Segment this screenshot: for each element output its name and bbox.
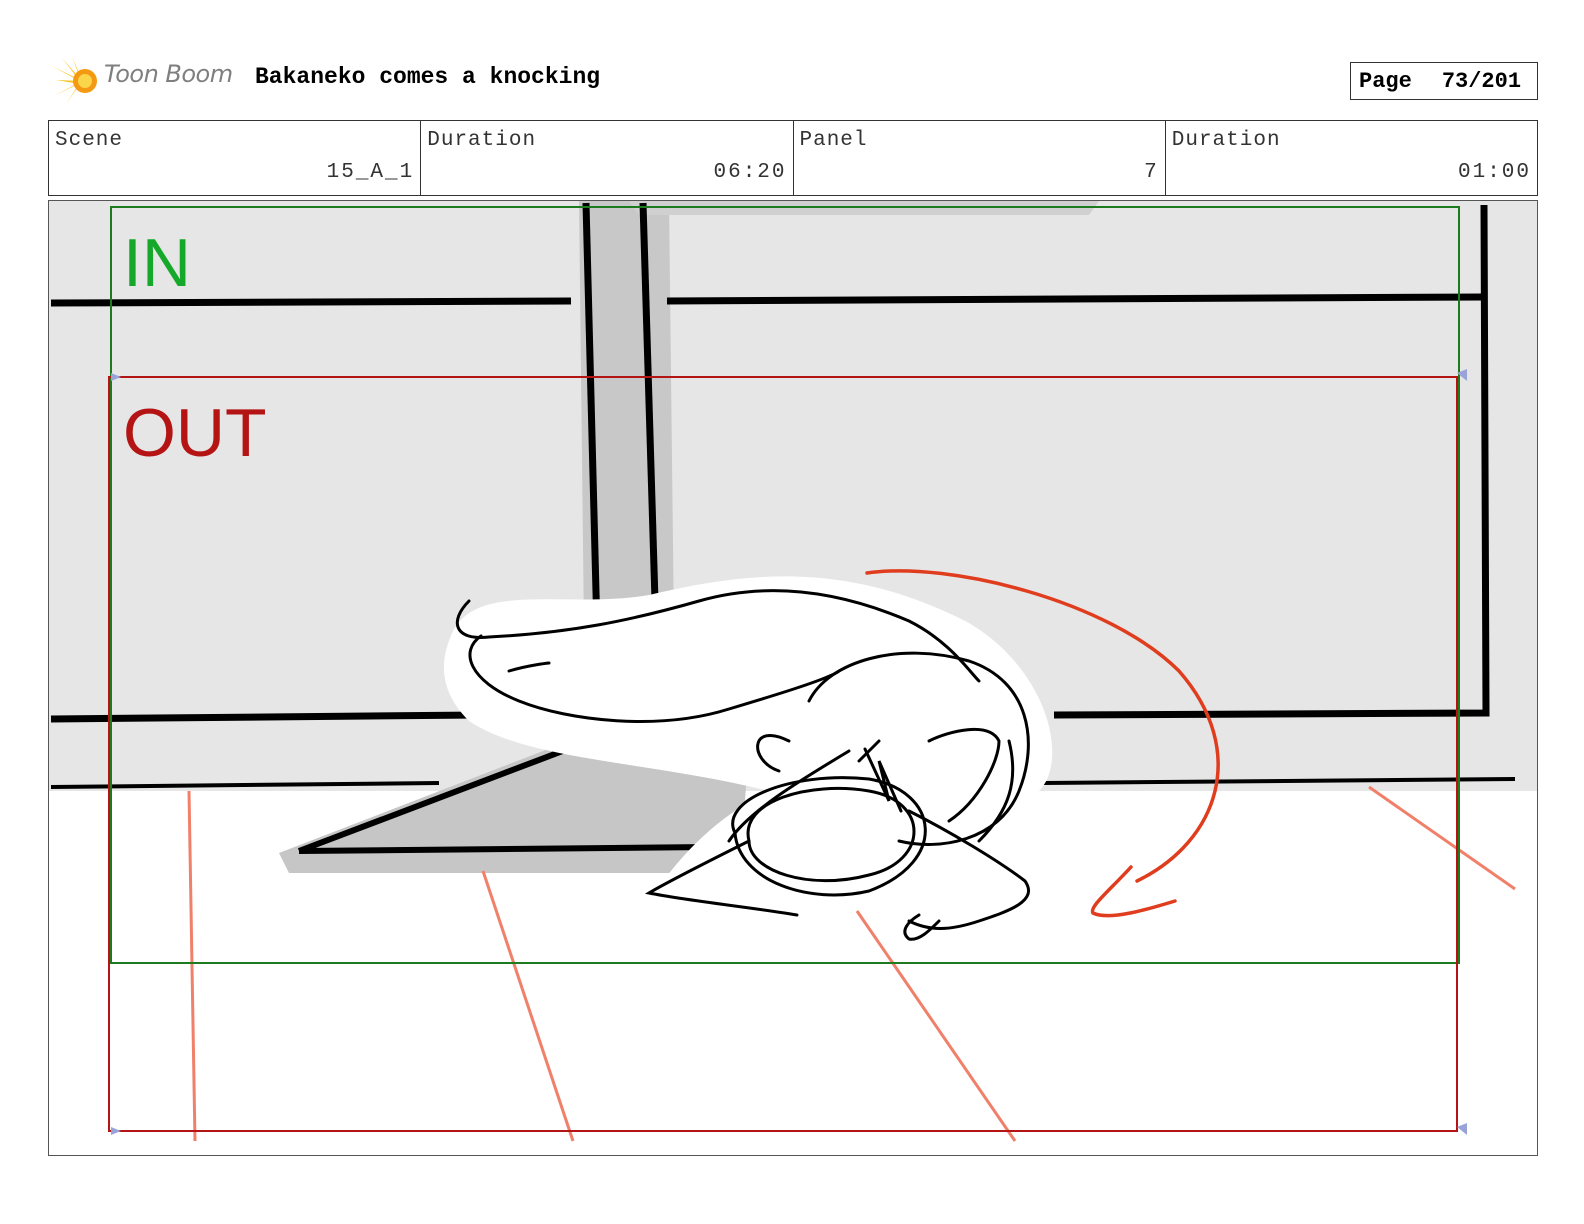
scene-info-table: Scene 15_A_1 Duration 06:20 Panel 7 Dura… bbox=[48, 120, 1538, 196]
page-label: Page bbox=[1359, 68, 1412, 94]
in-frame-label: IN bbox=[123, 225, 191, 301]
panel-drawing bbox=[49, 201, 1537, 1155]
scene-value: 15_A_1 bbox=[326, 161, 415, 184]
scene-duration-cell: Duration 06:20 bbox=[421, 121, 794, 195]
scene-label: Scene bbox=[55, 129, 124, 152]
page-indicator: Page 73/201 bbox=[1350, 62, 1538, 100]
panel-duration-cell: Duration 01:00 bbox=[1166, 121, 1537, 195]
out-frame-label: OUT bbox=[123, 395, 267, 471]
panel-label: Panel bbox=[799, 129, 868, 152]
lower-rail bbox=[50, 711, 480, 723]
scene-cell: Scene 15_A_1 bbox=[49, 121, 422, 195]
panel-duration-label: Duration bbox=[1171, 129, 1281, 152]
panel-cell: Panel 7 bbox=[794, 121, 1166, 195]
storyboard-panel: IN OUT bbox=[48, 200, 1538, 1156]
scene-duration-value: 06:20 bbox=[713, 161, 787, 184]
panel-value: 7 bbox=[1144, 161, 1159, 184]
starburst-icon bbox=[52, 56, 97, 104]
panel-duration-value: 01:00 bbox=[1457, 161, 1531, 184]
scene-duration-label: Duration bbox=[427, 129, 537, 152]
page-number: 73/201 bbox=[1441, 68, 1522, 94]
logo-text: Toon Boom bbox=[104, 60, 233, 88]
document-title: Bakaneko comes a knocking bbox=[255, 64, 601, 90]
